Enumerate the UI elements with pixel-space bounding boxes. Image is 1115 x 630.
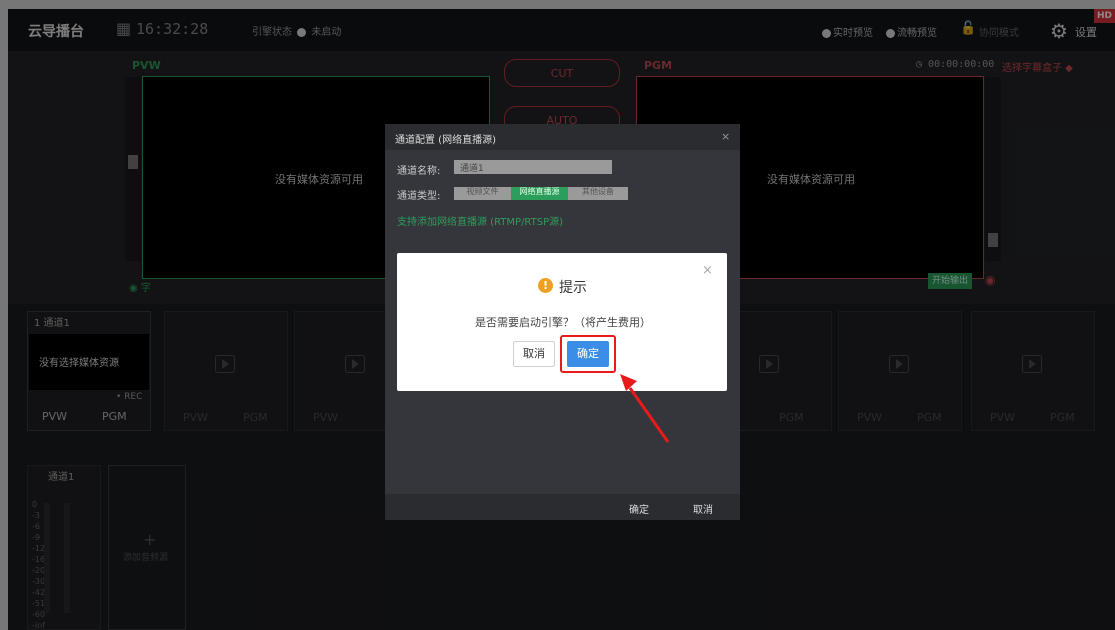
warning-icon: ! [538, 278, 553, 293]
name-label: 通道名称: [397, 166, 441, 177]
type-label: 通道类型: [397, 191, 441, 202]
config-dialog-title: 通道配置 (网络直播源) [395, 135, 496, 146]
config-ok-button[interactable]: 确定 [629, 501, 649, 516]
prompt-title: 提示 [559, 280, 587, 296]
channel-name-input[interactable]: 通道1 [454, 160, 612, 174]
prompt-message: 是否需要启动引擎？（将产生费用） [475, 316, 651, 329]
close-icon[interactable]: × [721, 130, 730, 143]
close-icon[interactable]: × [702, 263, 713, 278]
live-source-hint: 支持添加网络直播源 (RTMP/RTSP源) [397, 217, 564, 228]
highlight-box [560, 335, 616, 373]
config-dialog-footer: 确定 取消 [385, 494, 740, 520]
start-engine-prompt: × ! 提示 是否需要启动引擎？（将产生费用） 取消 确定 [397, 253, 727, 391]
type-option-live[interactable]: 网络直播源 [511, 187, 568, 200]
type-option-device[interactable]: 其他设备 [568, 187, 628, 200]
prompt-cancel-button[interactable]: 取消 [513, 341, 555, 367]
type-option-video[interactable]: 视频文件 [454, 187, 511, 200]
config-cancel-button[interactable]: 取消 [693, 501, 713, 516]
config-dialog-header: 通道配置 (网络直播源) × [385, 124, 740, 150]
